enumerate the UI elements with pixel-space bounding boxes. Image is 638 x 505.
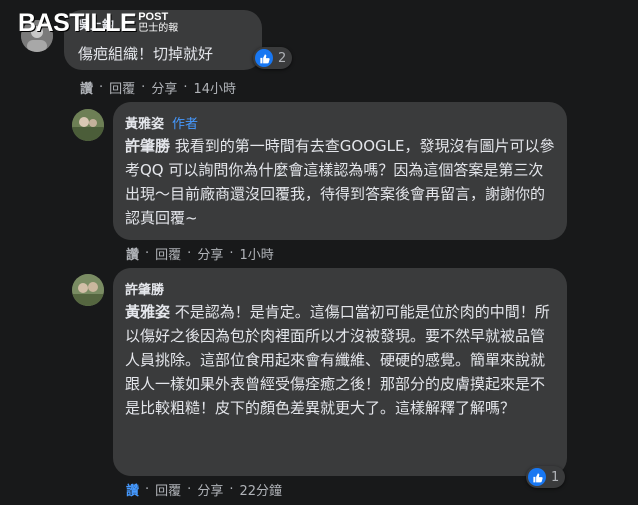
timestamp[interactable]: 1小時 [239,244,273,263]
separator-dot: · [99,80,104,95]
like-link[interactable]: 讚 [126,480,139,499]
separator-dot: · [183,80,188,95]
watermark-logo-text: BASTILLE [18,9,137,37]
commenter-name[interactable]: 黃雅姿 [125,113,164,132]
reaction-count-badge[interactable]: 1 [526,466,566,488]
thumbs-up-icon [255,49,273,67]
separator-dot: · [187,246,192,261]
bastille-post-watermark: BASTILLE POST 巴士的報 [18,9,179,37]
timestamp[interactable]: 22分鐘 [239,480,282,499]
reaction-count: 2 [278,50,287,66]
mention-link[interactable]: 黃雅姿 [125,303,170,321]
separator-dot: · [145,246,150,261]
timestamp[interactable]: 14小時 [193,78,236,97]
comment-bubble: 許肇勝 黃雅姿 不是認為！是肯定。這傷口當初可能是位於肉的中間！所以傷好之後因為… [113,268,567,476]
watermark-post-text: POST [138,11,169,23]
comment-text: 許肇勝 我看到的第一時間有去查GOOGLE，發現沒有圖片可以參考QQ 可以詢問你… [125,134,555,230]
comment-body: 不是認為！是肯定。這傷口當初可能是位於肉的中間！所以傷好之後因為包於肉裡面所以才… [125,303,550,417]
separator-dot: · [229,246,234,261]
commenter-name[interactable]: 許肇勝 [125,279,164,298]
separator-dot: · [229,482,234,497]
comment-actions: 讚 · 回覆 · 分享 · 1小時 [126,244,274,263]
comment-body: 我看到的第一時間有去查GOOGLE，發現沒有圖片可以參考QQ 可以詢問你為什麼會… [125,137,555,227]
comment-bubble: 黃雅姿 作者 許肇勝 我看到的第一時間有去查GOOGLE，發現沒有圖片可以參考Q… [113,102,567,240]
avatar[interactable] [72,109,104,141]
share-link[interactable]: 分享 [197,480,223,499]
like-link[interactable]: 讚 [126,244,139,263]
comment-actions: 讚 · 回覆 · 分享 · 14小時 [80,78,236,97]
comment-text: 傷疤組織！切掉就好 [78,45,214,63]
watermark-sub-text: 巴士的報 [138,23,179,34]
reply-link[interactable]: 回覆 [109,78,135,97]
avatar[interactable] [72,274,104,306]
share-link[interactable]: 分享 [151,78,177,97]
share-link[interactable]: 分享 [197,244,223,263]
reaction-count-badge[interactable]: 2 [253,47,293,69]
comment-text: 黃雅姿 不是認為！是肯定。這傷口當初可能是位於肉的中間！所以傷好之後因為包於肉裡… [125,300,555,420]
separator-dot: · [187,482,192,497]
comment-actions: 讚 · 回覆 · 分享 · 22分鐘 [126,480,282,499]
thumbs-up-icon [528,468,546,486]
reply-link[interactable]: 回覆 [155,480,181,499]
reply-link[interactable]: 回覆 [155,244,181,263]
mention-link[interactable]: 許肇勝 [125,137,170,155]
separator-dot: · [145,482,150,497]
author-badge: 作者 [172,116,199,132]
reaction-count: 1 [551,469,560,485]
like-link[interactable]: 讚 [80,78,93,97]
separator-dot: · [141,80,146,95]
